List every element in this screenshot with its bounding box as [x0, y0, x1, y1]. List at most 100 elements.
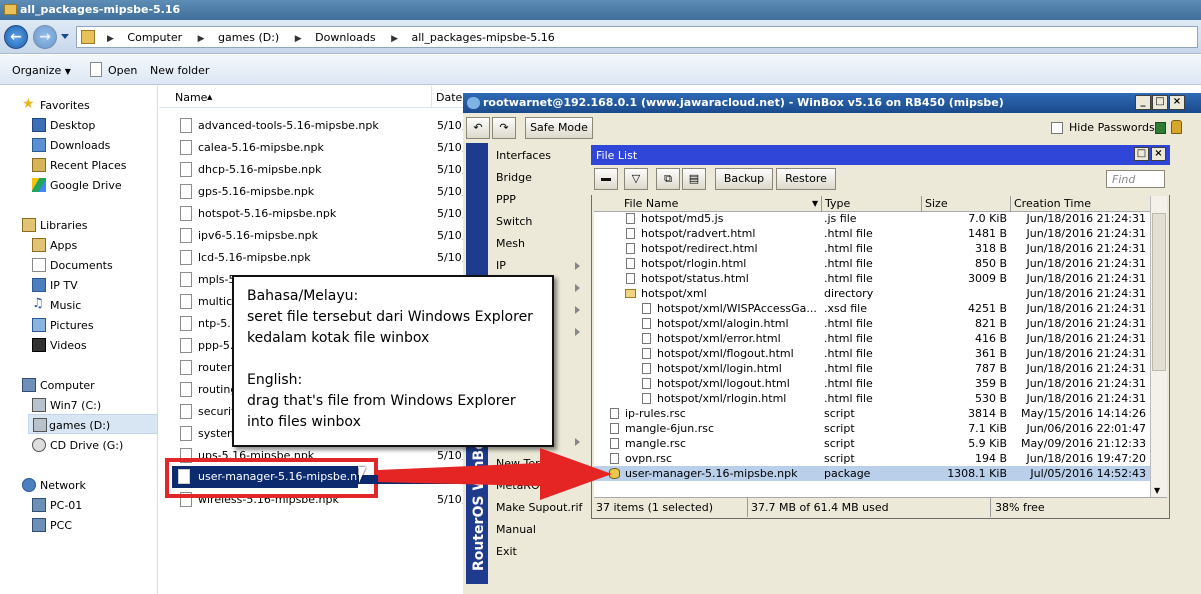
column-date[interactable]: Date — [436, 91, 462, 104]
file-list-size: 359 B — [974, 377, 1007, 390]
column-size[interactable]: Size — [925, 197, 948, 210]
chevron-right-icon[interactable]: ▶ — [391, 34, 398, 44]
scroll-down-arrow-icon[interactable]: ▼ — [1154, 486, 1160, 495]
menu-metarouter[interactable]: MetaROUTER — [496, 479, 569, 492]
nav-videos[interactable]: Videos — [32, 335, 87, 355]
scrollbar-thumb[interactable] — [1152, 213, 1166, 371]
maximize-button[interactable]: □ — [1152, 95, 1168, 110]
copy-button[interactable]: ⧉ — [656, 168, 680, 190]
menu-manual[interactable]: Manual — [496, 523, 536, 536]
file-list-maximize-button[interactable]: □ — [1134, 147, 1149, 161]
file-list-row[interactable]: hotspot/xml/error.html .html file 416 B Jun… — [594, 331, 1150, 346]
file-list-row[interactable]: hotspot/redirect.html .html file 318 B Jun/… — [594, 241, 1150, 256]
nav-downloads[interactable]: Downloads — [32, 135, 110, 155]
organize-button[interactable]: Organize ▼ — [12, 64, 71, 77]
undo-button[interactable]: ↶ — [466, 117, 490, 139]
forward-button[interactable]: → — [33, 25, 57, 49]
menu-interfaces[interactable]: Interfaces — [496, 149, 551, 162]
menu-bridge[interactable]: Bridge — [496, 171, 532, 184]
recent-pages-dropdown-icon[interactable] — [61, 34, 69, 39]
nav-network[interactable]: Network — [22, 475, 86, 495]
file-row[interactable]: calea-5.16-mipsbe.npk 5/10, — [180, 138, 465, 158]
chevron-right-icon[interactable]: ▶ — [107, 34, 114, 44]
file-row[interactable]: hotspot-5.16-mipsbe.npk 5/10, — [180, 204, 465, 224]
nav-favorites[interactable]: ★ Favorites — [22, 95, 90, 115]
nav-desktop[interactable]: Desktop — [32, 115, 95, 135]
file-list-row[interactable]: hotspot/xml/alogin.html .html file 821 B Ju… — [594, 316, 1150, 331]
minimize-button[interactable]: _ — [1135, 95, 1151, 110]
menu-ip[interactable]: IP — [496, 259, 506, 272]
file-list-row[interactable]: hotspot/xml/WISPAccessGa... .xsd file 4251… — [594, 301, 1150, 316]
file-row[interactable]: ipv6-5.16-mipsbe.npk 5/10, — [180, 226, 465, 246]
nav-cd-drive[interactable]: CD Drive (G:) — [32, 435, 123, 455]
breadcrumb-computer[interactable]: Computer — [127, 31, 182, 44]
open-button[interactable]: Open — [108, 64, 137, 77]
menu-exit[interactable]: Exit — [496, 545, 517, 558]
file-row[interactable]: dhcp-5.16-mipsbe.npk 5/10, — [180, 160, 465, 180]
chevron-right-icon[interactable]: ▶ — [198, 34, 205, 44]
nav-iptv[interactable]: IP TV — [32, 275, 78, 295]
nav-pictures[interactable]: Pictures — [32, 315, 94, 335]
safe-mode-button[interactable]: Safe Mode — [525, 117, 593, 139]
redo-button[interactable]: ↷ — [492, 117, 516, 139]
restore-button[interactable]: Restore — [776, 168, 836, 190]
find-input[interactable]: Find — [1106, 170, 1165, 188]
nav-drive-d[interactable]: games (D:) — [28, 414, 158, 434]
file-list-creation-time: Jun/18/2016 21:24:31 — [1026, 287, 1147, 300]
file-list-row[interactable]: hotspot/radvert.html .html file 1481 B Jun/… — [594, 226, 1150, 241]
nav-libraries[interactable]: Libraries — [22, 215, 88, 235]
file-list-row[interactable]: hotspot/xml/login.html .html file 787 B Jun… — [594, 361, 1150, 376]
menu-switch[interactable]: Switch — [496, 215, 532, 228]
menu-mesh[interactable]: Mesh — [496, 237, 525, 250]
menu-ppp[interactable]: PPP — [496, 193, 516, 206]
nav-music[interactable]: ♫ Music — [32, 295, 81, 315]
file-list-row[interactable]: hotspot/status.html .html file 3009 B Jun/1… — [594, 271, 1150, 286]
file-list-row[interactable]: ip-rules.rsc script 3814 B May/15/2016 14:1… — [594, 406, 1150, 421]
hide-passwords-checkbox[interactable] — [1051, 122, 1063, 134]
file-row[interactable]: lcd-5.16-mipsbe.npk 5/10, — [180, 248, 465, 268]
file-row[interactable]: advanced-tools-5.16-mipsbe.npk 5/10, — [180, 116, 465, 136]
new-folder-button[interactable]: New folder — [150, 64, 209, 77]
file-list-row[interactable]: ovpn.rsc script 194 B Jun/18/2016 19:47:20 — [594, 451, 1150, 466]
nav-pcc[interactable]: PCC — [32, 515, 72, 535]
column-creation-time[interactable]: Creation Time — [1014, 197, 1091, 210]
filter-button[interactable]: ▽ — [624, 168, 648, 190]
breadcrumb-current-folder[interactable]: all_packages-mipsbe-5.16 — [412, 31, 555, 44]
address-input[interactable]: ▶ Computer ▶ games (D:) ▶ Downloads ▶ al… — [76, 26, 1198, 48]
column-type[interactable]: Type — [825, 197, 850, 210]
close-button[interactable]: × — [1169, 95, 1185, 110]
file-list-row[interactable]: hotspot/xml/flogout.html .html file 361 B J… — [594, 346, 1150, 361]
file-list-close-button[interactable]: × — [1151, 147, 1166, 161]
breadcrumb-downloads[interactable]: Downloads — [315, 31, 375, 44]
file-list-row[interactable]: mangle.rsc script 5.9 KiB May/09/2016 21:12… — [594, 436, 1150, 451]
file-list-creation-time: Jun/18/2016 21:24:31 — [1026, 392, 1147, 405]
file-list-row[interactable]: hotspot/xml/logout.html .html file 359 B Ju… — [594, 376, 1150, 391]
nav-drive-c[interactable]: Win7 (C:) — [32, 395, 101, 415]
nav-documents[interactable]: Documents — [32, 255, 113, 275]
nav-computer[interactable]: Computer — [22, 375, 95, 395]
nav-google-drive[interactable]: Google Drive — [32, 175, 122, 195]
menu-make-supout[interactable]: Make Supout.rif — [496, 501, 582, 514]
file-list-row[interactable]: hotspot/md5.js .js file 7.0 KiB Jun/18/2016… — [594, 211, 1150, 226]
remove-button[interactable] — [594, 168, 618, 190]
column-file-name[interactable]: File Name — [624, 197, 678, 210]
file-list-row[interactable]: hotspot/xml/rlogin.html .html file 530 B Ju… — [594, 391, 1150, 406]
column-name[interactable]: Name — [175, 91, 207, 104]
nav-pc-01[interactable]: PC-01 — [32, 495, 82, 515]
desktop-icon — [32, 118, 46, 132]
chevron-right-icon[interactable]: ▶ — [295, 34, 302, 44]
file-list-row[interactable]: hotspot/xml directory Jun/18/2016 21:24:31 — [594, 286, 1150, 301]
file-list-row[interactable]: hotspot/rlogin.html .html file 850 B Jun/18… — [594, 256, 1150, 271]
breadcrumb-drive[interactable]: games (D:) — [218, 31, 279, 44]
file-list-scrollbar[interactable]: ▼ — [1150, 196, 1167, 497]
file-list-row[interactable]: mangle-6jun.rsc script 7.1 KiB Jun/06/2016 … — [594, 421, 1150, 436]
nav-apps[interactable]: Apps — [32, 235, 77, 255]
menu-new-terminal[interactable]: New Terminal — [496, 457, 570, 470]
backup-button[interactable]: Backup — [715, 168, 773, 190]
back-button[interactable]: ← — [4, 25, 28, 49]
paste-button[interactable]: ▤ — [682, 168, 706, 190]
dragged-file-row[interactable]: user-manager-5.16-mipsbe.npk — [172, 466, 370, 488]
nav-recent-places[interactable]: Recent Places — [32, 155, 127, 175]
file-list-row-selected[interactable]: user-manager-5.16-mipsbe.npk package 1308.… — [594, 466, 1150, 481]
file-row[interactable]: gps-5.16-mipsbe.npk 5/10, — [180, 182, 465, 202]
